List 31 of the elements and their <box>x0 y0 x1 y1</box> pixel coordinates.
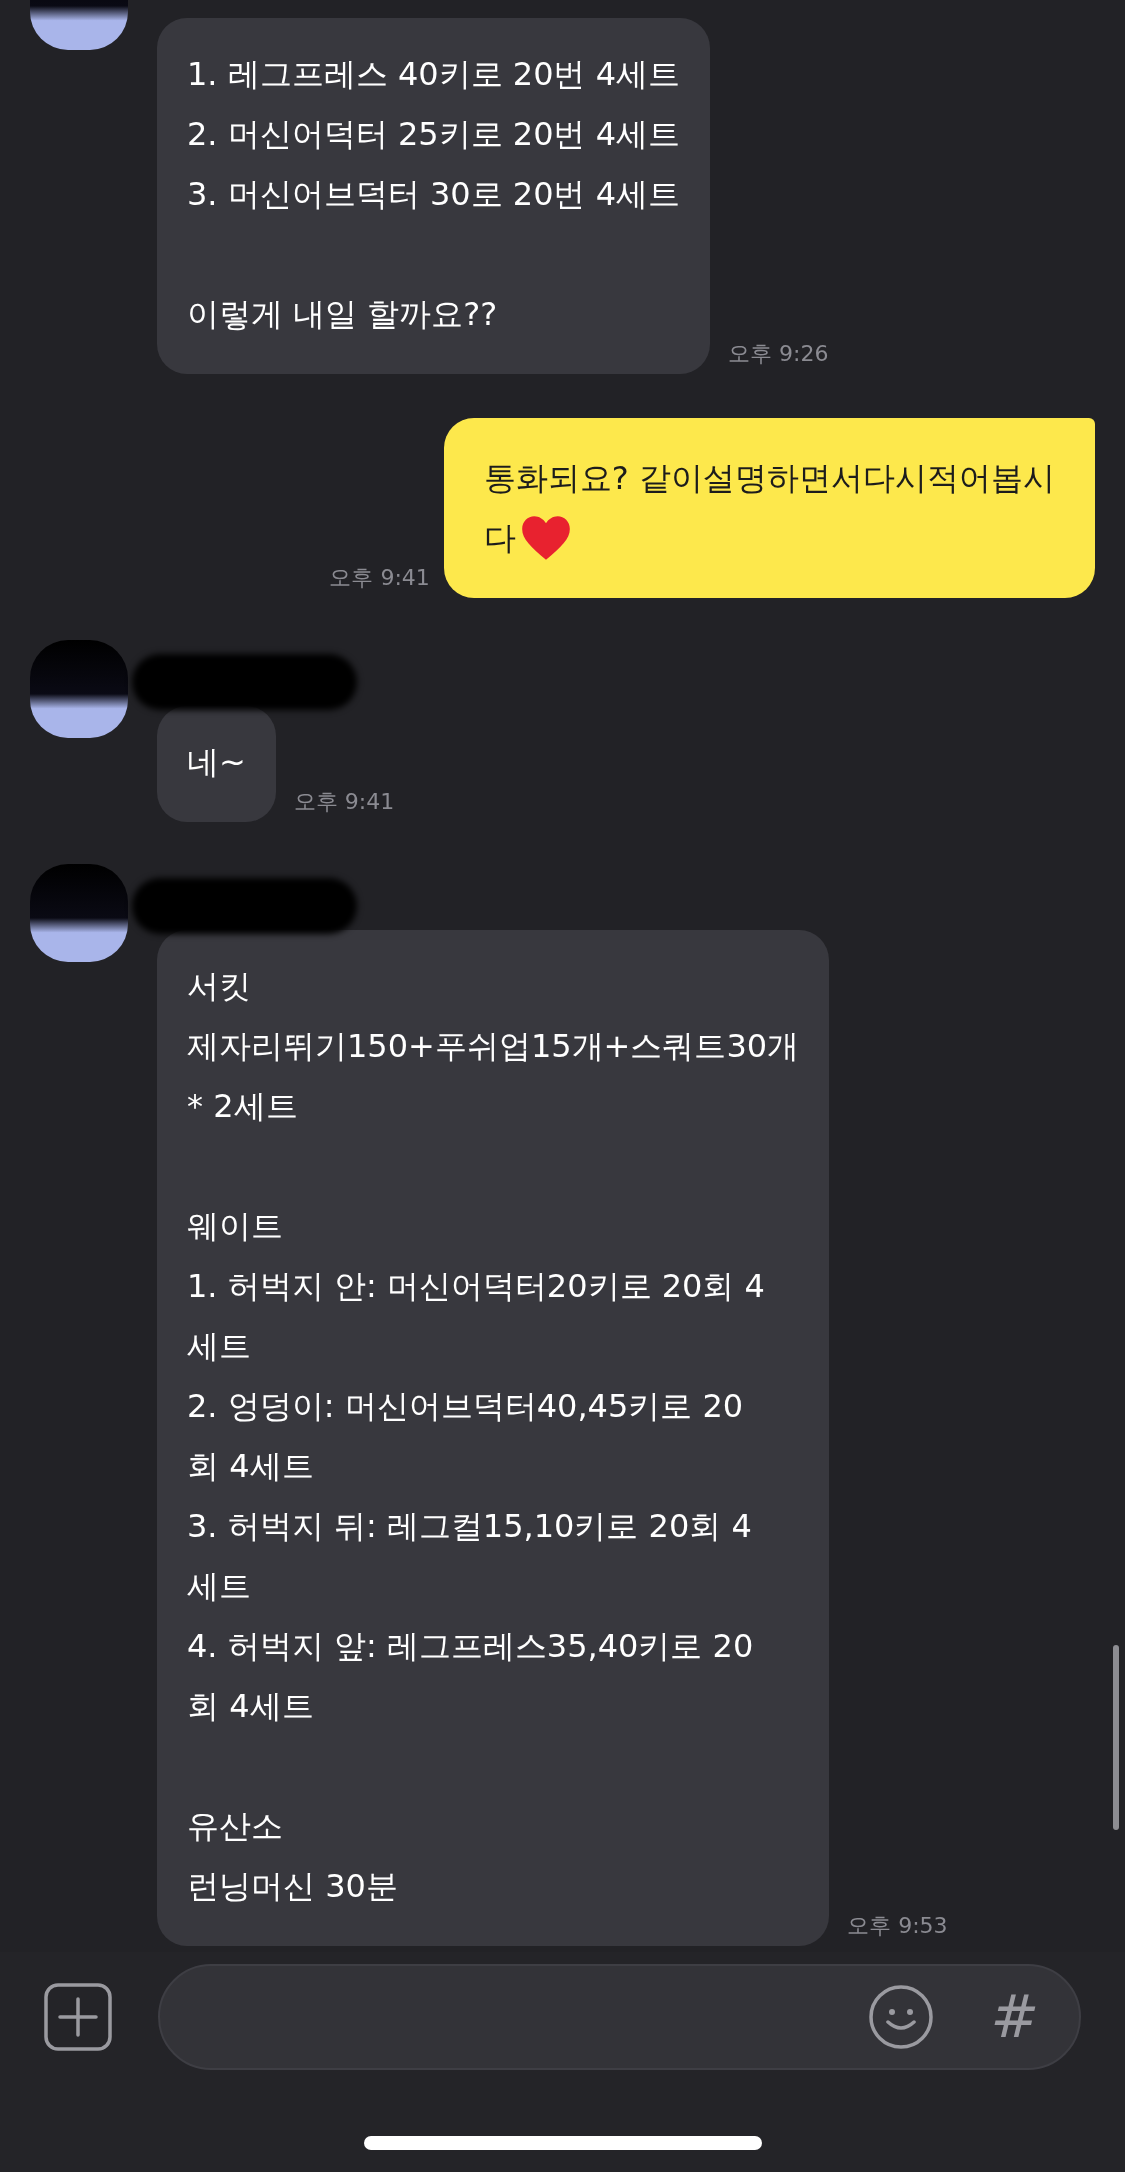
message-text: * 2세트 <box>187 1086 298 1127</box>
avatar[interactable] <box>30 640 128 738</box>
message-text: 2. 엉덩이: 머신어브덕터40,45키로 20 <box>187 1386 744 1427</box>
message-text: 통화되요? 같이설명하면서다시적어봅시 <box>483 458 1055 499</box>
message-time: 오후 9:41 <box>293 788 395 816</box>
message-text: 런닝머신 30분 <box>187 1866 398 1907</box>
avatar[interactable] <box>30 864 128 962</box>
hashtag-button[interactable]: # <box>990 1988 1039 2046</box>
message-time: 오후 9:26 <box>728 340 829 368</box>
emoji-icon[interactable] <box>868 1984 935 2050</box>
plus-icon[interactable] <box>44 1983 112 2051</box>
message-time: 오후 9:41 <box>329 564 430 592</box>
message-text: 서킷 <box>187 966 251 1007</box>
message-time: 오후 9:53 <box>847 1912 948 1940</box>
message-text: 세트 <box>187 1566 251 1607</box>
message-text: 2. 머신어덕터 25키로 20번 4세트 <box>187 114 680 155</box>
message-text: 회 4세트 <box>187 1446 314 1487</box>
message-text: 회 4세트 <box>187 1686 314 1727</box>
message-text: 1. 레그프레스 40키로 20번 4세트 <box>187 54 680 95</box>
message-text: 네~ <box>187 742 246 783</box>
message-text: 유산소 <box>187 1806 283 1847</box>
message-text: 이렇게 내일 할까요?? <box>187 294 498 335</box>
message-text: 웨이트 <box>187 1206 283 1247</box>
message-text: 다 <box>483 518 516 559</box>
message-text: 1. 허벅지 안: 머신어덕터20키로 20회 4 <box>187 1266 765 1307</box>
message-text: 4. 허벅지 앞: 레그프레스35,40키로 20 <box>187 1626 754 1667</box>
message-input-field[interactable]: # <box>158 1964 1081 2070</box>
message-text: 제자리뛰기150+푸쉬업15개+스쿼트30개 <box>187 1026 800 1067</box>
message-text: 3. 머신어브덕터 30로 20번 4세트 <box>187 174 680 215</box>
message-text: 세트 <box>187 1326 251 1367</box>
message-text: 3. 허벅지 뒤: 레그컬15,10키로 20회 4 <box>187 1506 752 1547</box>
